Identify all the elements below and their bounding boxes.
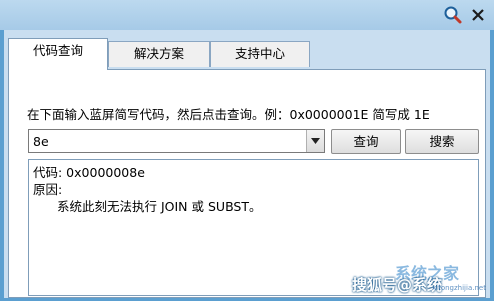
tab-code-query[interactable]: 代码查询 xyxy=(8,38,108,70)
magnifier-icon[interactable] xyxy=(443,5,463,25)
title-bar xyxy=(0,0,494,30)
client-area: 代码查询 解决方案 支持中心 在下面输入蓝屏简写代码，然后点击查询。例：0x00… xyxy=(4,30,490,298)
instruction-text: 在下面输入蓝屏简写代码，然后点击查询。例：0x0000001E 简写成 1E xyxy=(27,107,430,122)
watermark-text: 搜狐号@系统 xyxy=(352,276,443,294)
code-combobox[interactable] xyxy=(28,129,325,153)
app-window: 代码查询 解决方案 支持中心 在下面输入蓝屏简写代码，然后点击查询。例：0x00… xyxy=(0,0,494,301)
result-code-line: 代码: 0x0000008e xyxy=(33,165,145,180)
close-icon[interactable] xyxy=(466,5,490,25)
code-input[interactable] xyxy=(29,130,305,152)
result-reason-text: 系统此刻无法执行 JOIN 或 SUBST。 xyxy=(57,199,262,214)
tab-support-center[interactable]: 支持中心 xyxy=(210,41,310,67)
query-button[interactable]: 查询 xyxy=(331,129,401,154)
search-button[interactable]: 搜索 xyxy=(405,129,479,154)
result-reason-label: 原因: xyxy=(33,182,63,197)
tab-solutions[interactable]: 解决方案 xyxy=(108,41,210,67)
watermark-url: xitongzhijia.net xyxy=(432,284,486,292)
dropdown-arrow-icon[interactable] xyxy=(306,130,324,152)
